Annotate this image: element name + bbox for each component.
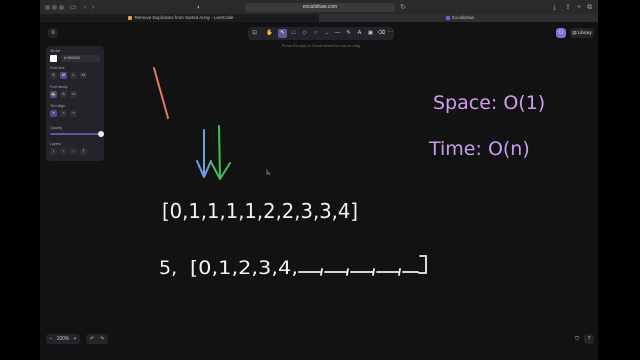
more-tools-icon[interactable]: ⋯ xyxy=(386,29,395,38)
result-array-text[interactable]: [0,1,2,3,4, xyxy=(190,257,298,279)
bring-forward-icon[interactable]: ↑ xyxy=(70,148,77,155)
library-button[interactable]: ▤ Library xyxy=(570,28,594,38)
main-menu-button[interactable]: ≡ xyxy=(48,28,58,38)
zoom-out-icon[interactable]: − xyxy=(48,334,54,344)
pencil-tool-icon[interactable]: ✎ xyxy=(344,29,353,38)
text-align-label: Text align xyxy=(50,104,66,108)
send-to-back-icon[interactable]: ⤓ xyxy=(50,148,57,155)
stroke-hex-value: 000000 xyxy=(67,56,80,60)
browser-window: ▭ ‹ › ◐ excalidraw.com ↻ ⤓ ⇪ + ⧉ Remove … xyxy=(40,0,598,360)
close-window-button[interactable] xyxy=(45,5,50,10)
undo-redo-controls: ↶ ↷ xyxy=(86,334,108,344)
drawing-layer: Space: O(1) Time: O(n) [0,1,1,1,1,2,2,3,… xyxy=(153,67,545,279)
leetcode-favicon-icon xyxy=(128,15,133,20)
align-center-icon[interactable]: ≡ xyxy=(60,110,67,117)
shape-toolbar: ⊡ ✋ ↖ □ ◇ ○ → — ✎ A ▣ ⌫ ⋯ xyxy=(248,27,394,40)
library-label: Library xyxy=(577,30,592,35)
hand-tool-icon[interactable]: ✋ xyxy=(265,29,274,38)
diamond-tool-icon[interactable]: ◇ xyxy=(300,29,309,38)
font-family-label: Font family xyxy=(50,85,68,89)
tab-title: Remove Duplicates from Sorted Array - Le… xyxy=(134,15,234,20)
zoom-controls: − 100% + xyxy=(46,334,80,344)
tab-leetcode[interactable]: Remove Duplicates from Sorted Array - Le… xyxy=(40,14,319,22)
properties-panel: Stroke # 000000 Font size S M L XL Font … xyxy=(46,46,104,161)
font-size-label: Font size xyxy=(50,66,65,70)
shield-icon[interactable]: ◐ xyxy=(197,3,201,12)
rectangle-tool-icon[interactable]: □ xyxy=(289,29,298,38)
line-tool-icon[interactable]: — xyxy=(333,29,342,38)
excalidraw-canvas[interactable]: Space: O(1) Time: O(n) [0,1,1,1,1,2,2,3,… xyxy=(40,22,598,360)
arrow-tool-icon[interactable]: → xyxy=(322,29,331,38)
stroke-label: Stroke xyxy=(50,49,61,53)
normal-font-icon[interactable]: A xyxy=(60,91,67,98)
font-size-medium-option[interactable]: M xyxy=(60,72,67,79)
align-left-icon[interactable]: ≡ xyxy=(50,110,57,117)
zoom-level[interactable]: 100% xyxy=(55,334,71,344)
text-tool-icon[interactable]: A xyxy=(355,29,364,38)
code-font-icon[interactable]: <> xyxy=(70,91,77,98)
opacity-slider-knob[interactable] xyxy=(98,131,104,137)
input-array-text[interactable]: [0,1,1,1,1,2,2,3,3,4] xyxy=(162,199,358,223)
undo-icon[interactable]: ↶ xyxy=(88,334,96,344)
result-array-blanks[interactable] xyxy=(298,255,427,276)
back-icon[interactable]: ‹ xyxy=(84,3,86,12)
blue-arrow-stroke[interactable] xyxy=(196,129,212,178)
download-icon[interactable]: ⤓ xyxy=(553,3,556,12)
opacity-slider[interactable] xyxy=(50,131,104,137)
tab-excalidraw[interactable]: Excalidraw xyxy=(319,14,598,22)
stroke-hex-input[interactable]: # 000000 xyxy=(61,55,100,62)
address-bar[interactable]: excalidraw.com xyxy=(245,3,395,12)
selection-tool-icon[interactable]: ↖ xyxy=(278,29,287,38)
mouse-cursor-icon xyxy=(266,169,271,176)
red-line-stroke[interactable] xyxy=(153,67,169,119)
excalidraw-favicon-icon xyxy=(446,15,451,20)
book-icon: ▤ xyxy=(572,30,577,35)
time-complexity-note[interactable]: Time: O(n) xyxy=(428,138,530,160)
live-collaboration-button[interactable]: ⚇ xyxy=(556,28,566,38)
zoom-window-button[interactable] xyxy=(59,5,64,10)
ellipse-tool-icon[interactable]: ○ xyxy=(311,29,320,38)
sidebar-toggle-icon[interactable]: ▭ xyxy=(70,3,77,12)
font-size-large-option[interactable]: L xyxy=(70,72,77,79)
green-arrow-stroke[interactable] xyxy=(210,125,231,180)
font-size-small-option[interactable]: S xyxy=(50,72,57,79)
browser-toolbar: ▭ ‹ › ◐ excalidraw.com ↻ ⤓ ⇪ + ⧉ Remove … xyxy=(40,0,598,22)
stroke-color-swatch[interactable] xyxy=(50,55,57,62)
hand-drawn-font-icon[interactable]: ✍ xyxy=(50,91,57,98)
lock-icon[interactable]: ⊡ xyxy=(250,29,259,38)
result-count-text[interactable]: 5, xyxy=(159,257,177,279)
share-icon[interactable]: ⇪ xyxy=(565,3,571,12)
layers-label: Layers xyxy=(50,142,61,146)
redo-icon[interactable]: ↷ xyxy=(98,334,106,344)
image-tool-icon[interactable]: ▣ xyxy=(366,29,375,38)
zoom-in-icon[interactable]: + xyxy=(72,334,78,344)
reload-icon[interactable]: ↻ xyxy=(400,3,406,12)
font-size-xl-option[interactable]: XL xyxy=(80,72,87,79)
tab-overview-icon[interactable]: ⧉ xyxy=(587,3,592,12)
shield-badge-icon[interactable]: ⛉ xyxy=(572,334,582,344)
opacity-label: Opacity xyxy=(50,126,63,130)
tab-bar: Remove Duplicates from Sorted Array - Le… xyxy=(40,14,598,22)
hash-symbol: # xyxy=(64,56,67,60)
bring-to-front-icon[interactable]: ⤒ xyxy=(80,148,87,155)
help-icon[interactable]: ? xyxy=(584,334,594,344)
forward-icon[interactable]: › xyxy=(92,3,94,12)
space-complexity-note[interactable]: Space: O(1) xyxy=(433,92,545,114)
canvas-hint: Press Escape or Scroll wheel to hold to … xyxy=(281,43,361,48)
send-backward-icon[interactable]: ↓ xyxy=(60,148,67,155)
align-right-icon[interactable]: ≡ xyxy=(70,110,77,117)
new-tab-icon[interactable]: + xyxy=(577,3,581,12)
minimize-window-button[interactable] xyxy=(52,5,57,10)
eraser-tool-icon[interactable]: ⌫ xyxy=(377,29,386,38)
tab-title: Excalidraw xyxy=(452,15,474,20)
